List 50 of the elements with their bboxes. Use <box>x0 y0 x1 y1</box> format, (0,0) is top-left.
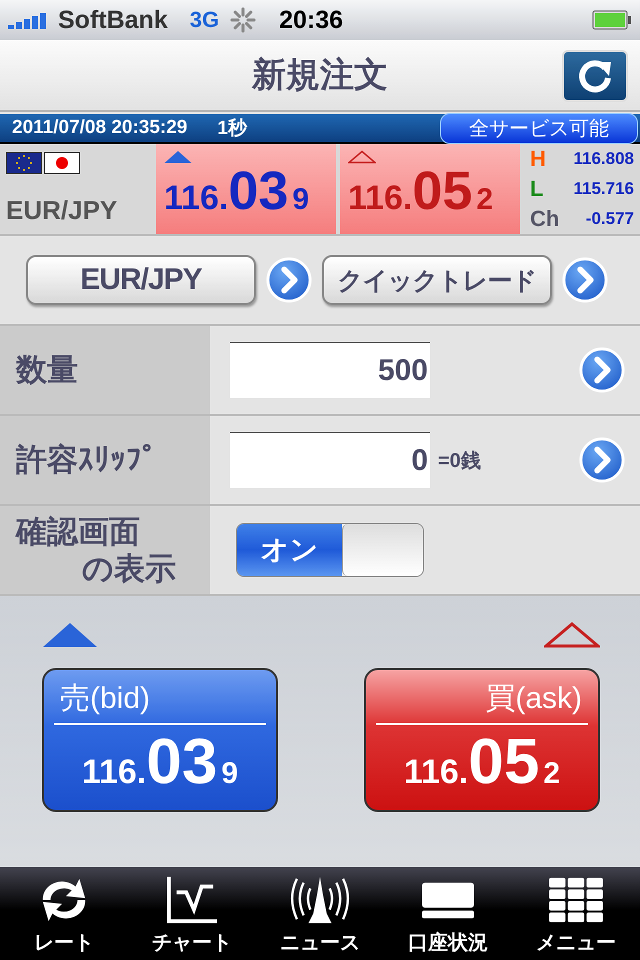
refresh-button[interactable] <box>562 50 628 102</box>
chevron-icon[interactable] <box>579 347 625 393</box>
price-prefix: 116. <box>164 179 228 218</box>
sell-button[interactable]: 売(bid) 116.03 9 <box>42 668 278 812</box>
field-label: 数量 <box>0 326 210 414</box>
input-field[interactable]: 0 <box>230 432 430 488</box>
pair-select-button[interactable]: EUR/JPY <box>26 255 256 305</box>
input-field[interactable]: 500 <box>230 342 430 398</box>
chevron-icon[interactable] <box>579 437 625 483</box>
eu-flag-icon <box>6 152 42 174</box>
price-fraction: 2 <box>476 183 494 217</box>
battery-icon <box>592 10 632 30</box>
outline-triangle-icon <box>544 622 600 648</box>
network-type: 3G <box>190 7 220 33</box>
stat-value: 115.716 <box>573 179 634 199</box>
tab-bar-item[interactable]: レート <box>0 867 128 960</box>
tab-bar-item[interactable]: メニュー <box>512 867 640 960</box>
toggle-switch[interactable]: オン <box>236 523 424 577</box>
stat-label: L <box>530 176 544 202</box>
clock-time: 20:36 <box>279 6 344 34</box>
buy-button[interactable]: 買(ask) 116.052 <box>364 668 600 812</box>
price-prefix: 116. <box>348 179 412 218</box>
mode-select-button[interactable]: クイックトレード <box>322 255 552 305</box>
up-triangle-icon <box>42 622 98 648</box>
field-label: 確認画面 の表示 <box>0 506 210 594</box>
update-interval: 1秒 <box>217 117 247 141</box>
outline-triangle-icon <box>348 150 376 164</box>
update-datetime: 2011/07/08 20:35:29 <box>12 117 188 139</box>
up-triangle-icon <box>164 150 192 164</box>
currency-pair: EUR/JPY <box>6 195 118 226</box>
tab-bar-item[interactable]: 口座状況 <box>384 867 512 960</box>
carrier-name: SoftBank <box>58 6 168 34</box>
unit-note: =0銭 <box>438 448 481 474</box>
price-pips: 05 <box>412 164 472 218</box>
service-status: 全サービス可能 <box>440 112 638 144</box>
chevron-icon[interactable] <box>266 257 312 303</box>
price-fraction: 9 <box>292 183 310 217</box>
tab-bar-item[interactable]: チャート <box>128 867 256 960</box>
tab-bar-item[interactable]: ニュース <box>256 867 384 960</box>
price-pips: 03 <box>228 164 288 218</box>
chevron-icon[interactable] <box>562 257 608 303</box>
activity-spinner-icon <box>229 6 258 34</box>
stat-value: -0.577 <box>586 209 634 229</box>
screen-title: 新規注文 <box>252 55 388 96</box>
grid-icon <box>546 875 606 925</box>
stat-label: H <box>530 146 546 172</box>
japan-flag-icon <box>44 152 80 174</box>
stat-label: Ch <box>530 206 560 232</box>
stat-value: 116.808 <box>573 149 634 169</box>
field-label: 許容ｽﾘｯﾌﾟ <box>0 416 210 504</box>
